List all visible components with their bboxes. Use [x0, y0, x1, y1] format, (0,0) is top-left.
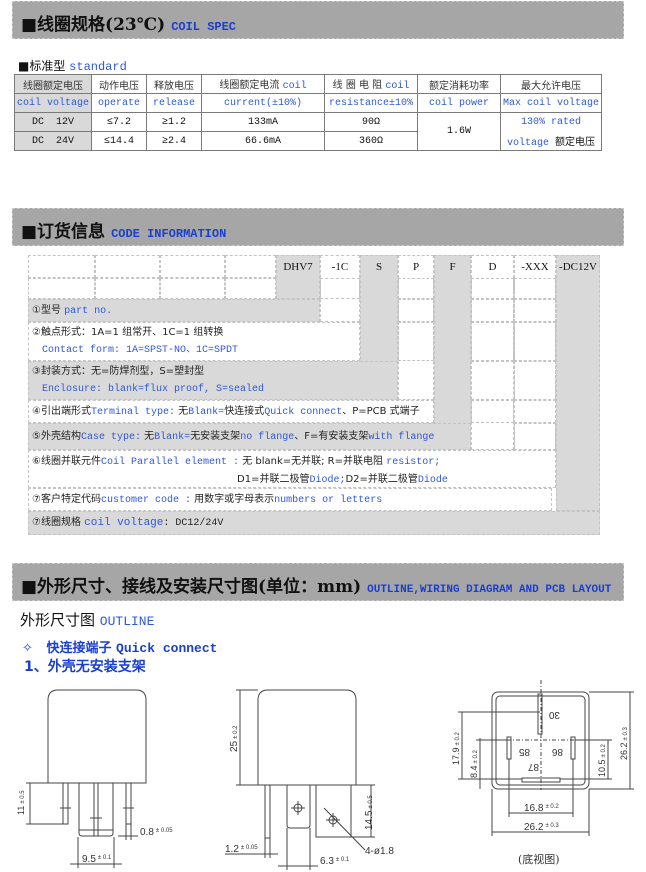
tab-terminal [315, 785, 352, 838]
dim-pin-width: 0.8 ± 0.05 [140, 827, 173, 838]
pin [125, 782, 132, 825]
code-item-part-no: ①型号 part no. [28, 299, 320, 322]
dim-10-5: 10.5± 0.2 [597, 744, 607, 777]
pin-label-86: 86 [551, 746, 563, 757]
dim-tab-width: 6.3 ± 0.1 [320, 856, 350, 867]
dim-pin-height: 11± 0.5 [16, 790, 26, 815]
front-view-drawing: 11± 0.5 0.8 ± 0.05 9.5 ± 0.1 [16, 689, 173, 868]
bottom-view-caption: (底视图) [518, 852, 560, 866]
blank-cell [95, 278, 160, 299]
dim-pin-length: 14.5± 0.5 [364, 795, 375, 830]
pin-label-85: 85 [518, 746, 530, 757]
table-header-row-cn: 线圈额定电压 动作电压 释放电压 线圈额定电流 coil 线 圈 电 阻 coi… [13, 74, 603, 94]
table-header-row-en: coil voltage operate release current(±10… [13, 93, 603, 113]
dim-26-2-h: 26.2 ± 0.3 [524, 822, 559, 833]
blank-cell [28, 255, 95, 278]
pin [62, 782, 69, 825]
blank-cell [95, 255, 160, 278]
quick-connect-heading: ✧ 快连接端子 Quick connect [22, 641, 218, 656]
code-coil-voltage: -DC12V [556, 255, 600, 511]
table-row: DC 24V ≤14.4 ≥2.4 66.6mA 360Ω voltage 额定… [13, 131, 603, 151]
table-row: DC 12V ≤7.2 ≥1.2 133mA 90Ω 1.6W 130% rat… [13, 112, 603, 151]
pin [264, 784, 271, 839]
code-item-customer: ⑦客户特定代码customer code : 用数字或字母表示numbers o… [28, 488, 552, 511]
code-item-parallel: ⑥线圈并联元件Coil Parallel element : 无 blank=无… [28, 450, 556, 488]
dim-17-9: 17.9± 0.2 [451, 732, 461, 765]
code-item-terminal: ④引出端形式Terminal type: 无Blank=快连接式Quick co… [28, 400, 434, 423]
code-info-title: ■订货信息 CODE INFORMATION [21, 222, 227, 242]
relay-body [257, 689, 357, 786]
code-item-case: ⑤外壳结构Case type: 无Blank=无安装支架no flange、F=… [28, 423, 471, 450]
dim-body-height: 25± 0.2 [229, 725, 240, 752]
blank-cell [160, 278, 225, 299]
blank-cell [225, 255, 276, 278]
code-case: F [434, 255, 471, 450]
dim-8-4: 8.4± 0.2 [469, 750, 479, 778]
dim-hole: 4-ø1.8 [365, 846, 394, 857]
code-item-enclosure: ③封装方式：无=防焊剂型，S=塑封型 Enclosure: blank=flux… [28, 361, 398, 400]
side-view-drawing: 25± 0.2 14.5± 0.5 1.2 ± 0.05 4-ø1.8 6.3 ± … [225, 689, 394, 870]
item1-heading: 1、外壳无安装支架 [24, 659, 146, 675]
outline-subtitle: 外形尺寸图 OUTLINE [20, 611, 155, 629]
blank-cell [28, 278, 95, 299]
dim-pitch: 9.5 ± 0.1 [82, 854, 112, 865]
coil-spec-header: ■线圈规格(23℃) COIL SPEC [12, 1, 624, 39]
standard-subtitle: ■标准型 standard [18, 59, 127, 74]
outline-header: ■外形尺寸、接线及安装尺寸图(单位：mm) OUTLINE,WIRING DIAG… [12, 563, 624, 601]
dim-16-8: 16.8 ± 0.2 [524, 803, 559, 814]
code-item-contact-form: ②触点形式：1A=1 组常开、1C=1 组转换 Contact form: 1A… [28, 322, 360, 361]
code-info-header: ■订货信息 CODE INFORMATION [12, 208, 624, 246]
diamond-bullet-icon: ✧ [22, 641, 33, 656]
relay-body [47, 689, 147, 784]
code-part-no: DHV7 [276, 255, 320, 299]
coil-spec-table: 线圈额定电压 动作电压 释放电压 线圈额定电流 coil 线 圈 电 阻 coi… [13, 74, 603, 151]
pin-label-87: 87 [527, 761, 539, 772]
dim-pin-thickness: 1.2 ± 0.05 [225, 844, 258, 855]
code-item-coil-voltage: ⑦线圈规格 coil voltage: DC12/24V [28, 511, 600, 535]
dim-26-2-v: 26.2± 0.3 [619, 727, 629, 760]
coil-spec-title: ■线圈规格(23℃) COIL SPEC [21, 15, 236, 35]
pin-label-30: 30 [548, 709, 560, 720]
outline-title: ■外形尺寸、接线及安装尺寸图(单位：mm) OUTLINE,WIRING DIAG… [21, 577, 612, 597]
tab-terminal [78, 783, 114, 837]
blank-cell [160, 255, 225, 278]
bottom-view-drawing: 30 85 86 87 17.9± 0.2 8.4± 0.2 10.5± 0.2… [451, 680, 634, 866]
blank-cell [225, 278, 276, 299]
